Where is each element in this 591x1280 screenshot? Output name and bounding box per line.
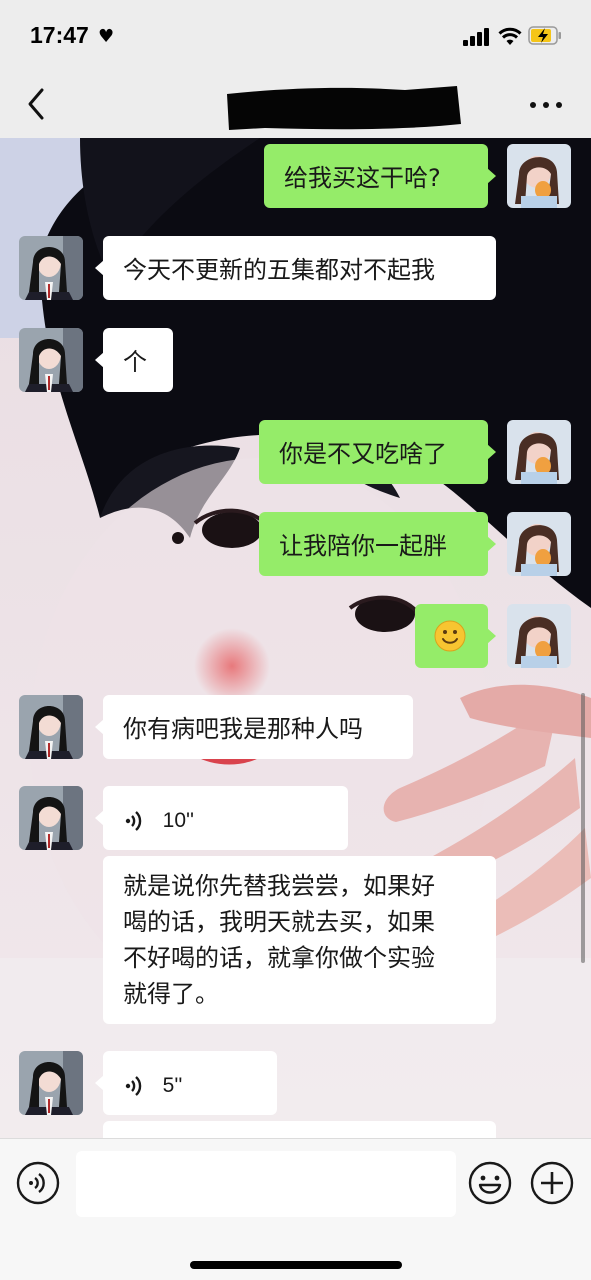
wifi-icon: [498, 27, 522, 45]
avatar[interactable]: [19, 695, 83, 759]
chevron-left-icon[interactable]: [22, 86, 52, 122]
voice-wave-icon: [125, 811, 142, 831]
transcript-line: 就是说你先替我尝尝，如果好: [123, 872, 435, 900]
home-indicator[interactable]: [190, 1261, 402, 1269]
plus-icon[interactable]: [530, 1161, 574, 1205]
transcript-line: 不好喝的话，就拿你做个实验: [123, 944, 435, 972]
status-time: 17:47: [30, 22, 89, 48]
avatar[interactable]: [507, 604, 571, 668]
transcript-line: 喝的话，我明天就去买，如果: [123, 908, 435, 936]
voice-mode-icon[interactable]: [16, 1161, 60, 1205]
slightly-smiling-face-icon: [434, 620, 466, 652]
voice-transcript-bubble[interactable]: [103, 1121, 496, 1138]
message-bubble-incoming[interactable]: 今天不更新的五集都对不起我: [95, 236, 496, 300]
message-text: 今天不更新的五集都对不起我: [123, 256, 435, 284]
voice-duration: 5'': [162, 1074, 183, 1097]
avatar[interactable]: [507, 512, 571, 576]
message-text: 你是不又吃啥了: [279, 440, 447, 468]
more-dots-icon[interactable]: [530, 100, 564, 110]
voice-wave-icon: [125, 1076, 142, 1096]
voice-duration: 10'': [162, 809, 195, 832]
chat-header: [0, 72, 591, 138]
message-bubble-incoming[interactable]: 个: [95, 328, 173, 392]
heart-icon: ♥: [98, 26, 115, 47]
message-text: 给我买这干哈?: [284, 164, 441, 192]
avatar[interactable]: [507, 420, 571, 484]
message-text: 你有病吧我是那种人吗: [123, 715, 363, 743]
scrollbar[interactable]: [581, 693, 585, 963]
message-input[interactable]: [76, 1151, 456, 1217]
avatar[interactable]: [507, 144, 571, 208]
chat-message-list[interactable]: 给我买这干哈? 今天不更新的五集都对不起我 个 你是不又吃啥了 让我陪你一起胖 …: [0, 138, 591, 1138]
message-input-bar: [0, 1138, 591, 1280]
message-text: 让我陪你一起胖: [279, 532, 447, 560]
emoji-icon[interactable]: [468, 1161, 512, 1205]
message-bubble-outgoing[interactable]: 你是不又吃啥了: [259, 420, 496, 484]
avatar[interactable]: [19, 328, 83, 392]
battery-charging-icon: [528, 26, 561, 45]
status-bar: 17:47 ♥: [0, 0, 591, 72]
message-bubble-incoming[interactable]: 你有病吧我是那种人吗: [95, 695, 413, 759]
message-text: 个: [123, 348, 147, 376]
cellular-signal-icon: [463, 28, 491, 46]
avatar[interactable]: [19, 786, 83, 850]
message-bubble-outgoing[interactable]: 让我陪你一起胖: [259, 512, 496, 576]
voice-message-bubble[interactable]: 10'': [95, 786, 348, 850]
message-bubble-outgoing[interactable]: 给我买这干哈?: [264, 144, 496, 208]
voice-transcript-bubble[interactable]: 就是说你先替我尝尝，如果好 喝的话，我明天就去买，如果 不好喝的话，就拿你做个实…: [103, 856, 496, 1024]
redacted-contact-name: [227, 86, 461, 130]
transcript-line: 就得了。: [123, 980, 219, 1008]
voice-message-bubble[interactable]: 5'': [95, 1051, 277, 1115]
message-bubble-outgoing[interactable]: [415, 604, 496, 668]
avatar[interactable]: [19, 1051, 83, 1115]
avatar[interactable]: [19, 236, 83, 300]
